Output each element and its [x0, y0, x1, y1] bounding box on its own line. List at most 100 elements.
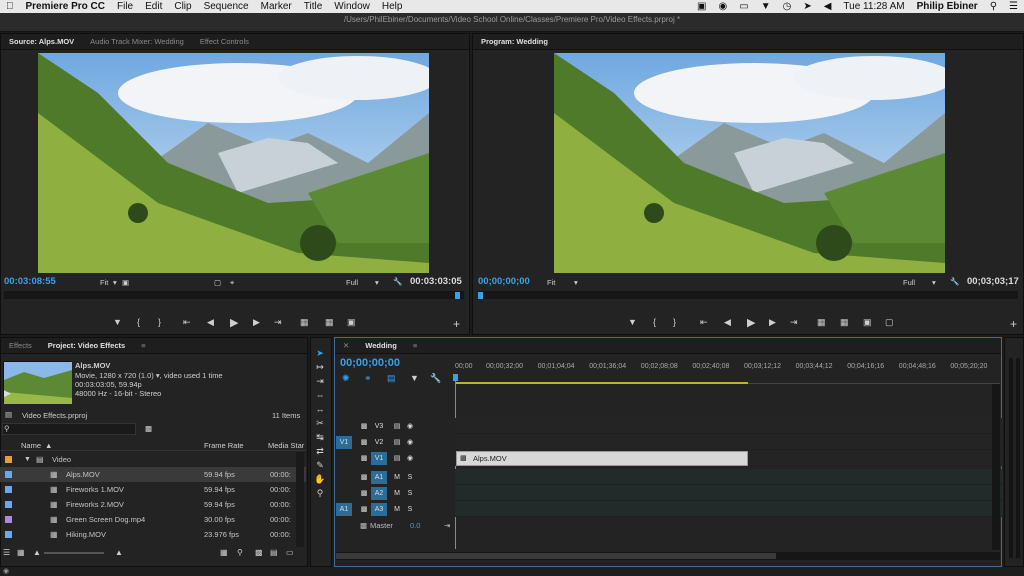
- program-playhead[interactable]: [478, 292, 483, 299]
- selection-tool-icon[interactable]: ➤: [313, 348, 327, 360]
- step-back-icon[interactable]: ◀: [207, 317, 214, 328]
- source-playhead[interactable]: [455, 292, 460, 299]
- add-marker-icon[interactable]: ▤: [387, 373, 396, 384]
- lock-icon[interactable]: ▩: [356, 503, 372, 516]
- step-forward-icon[interactable]: ▶: [769, 317, 776, 328]
- app-menu[interactable]: Premiere Pro CC: [20, 1, 111, 12]
- panel-menu-icon[interactable]: ≡: [133, 341, 153, 350]
- settings-square-icon[interactable]: ▣: [122, 278, 129, 287]
- project-scrollbar[interactable]: [296, 452, 304, 547]
- add-button-icon[interactable]: +: [453, 317, 460, 331]
- extract-icon[interactable]: ▦: [840, 317, 849, 328]
- track-lane-a2[interactable]: [455, 485, 1003, 501]
- wrench-icon[interactable]: 🔧: [950, 277, 959, 286]
- slip-tool-icon[interactable]: ↹: [313, 432, 327, 444]
- go-to-end-icon[interactable]: ⇥: [444, 521, 450, 530]
- go-to-out-icon[interactable]: ⇥: [274, 317, 282, 328]
- menu-sequence[interactable]: Sequence: [198, 1, 255, 12]
- menu-marker[interactable]: Marker: [255, 1, 298, 12]
- track-lane-a1[interactable]: [455, 469, 1003, 485]
- col-media-start-header[interactable]: Media Star: [268, 441, 304, 450]
- wrench-icon[interactable]: 🔧: [430, 373, 441, 384]
- chevron-down-icon[interactable]: ▾: [574, 278, 578, 287]
- solo-icon[interactable]: S: [402, 471, 418, 484]
- program-quality-dropdown[interactable]: Full: [903, 278, 915, 287]
- search-icon[interactable]: ⚲: [984, 1, 1003, 12]
- col-frame-rate-header[interactable]: Frame Rate: [204, 441, 244, 450]
- track-target-v3[interactable]: V3: [371, 420, 387, 433]
- go-to-in-icon[interactable]: ⇤: [183, 317, 191, 328]
- source-video-frame[interactable]: [38, 53, 429, 273]
- tab-source[interactable]: Source: Alps.MOV: [1, 37, 82, 46]
- program-time-ruler[interactable]: [478, 291, 1018, 299]
- disclosure-triangle-icon[interactable]: ▼: [24, 456, 31, 463]
- chevron-down-icon[interactable]: ▾: [113, 278, 117, 287]
- step-forward-icon[interactable]: ▶: [253, 317, 260, 328]
- marker-icon[interactable]: ▼: [410, 373, 419, 383]
- insert-icon[interactable]: ⌖: [230, 278, 234, 288]
- razor-tool-icon[interactable]: ✂: [313, 418, 327, 430]
- menu-help[interactable]: Help: [376, 1, 409, 12]
- zoom-tool-icon[interactable]: ⚲: [313, 488, 327, 500]
- go-to-out-icon[interactable]: ⇥: [790, 317, 798, 328]
- track-lane-v2[interactable]: [455, 434, 1003, 450]
- wrench-icon[interactable]: 🔧: [393, 277, 402, 286]
- lock-icon[interactable]: ▩: [356, 471, 372, 484]
- add-marker-icon[interactable]: ▼: [628, 317, 637, 327]
- new-bin-icon[interactable]: ▩: [145, 424, 152, 433]
- new-item-icon[interactable]: ▤: [270, 548, 278, 557]
- folder-row[interactable]: ▤ ▼ Video: [0, 452, 306, 467]
- lock-icon[interactable]: ▩: [356, 452, 372, 465]
- master-volume[interactable]: 0.0: [410, 521, 420, 530]
- automate-icon[interactable]: ▦: [220, 548, 228, 557]
- clip-thumbnail[interactable]: [3, 361, 72, 404]
- insert-edit-icon[interactable]: ▦: [300, 317, 309, 328]
- play-icon[interactable]: ▶: [230, 316, 238, 329]
- lock-icon[interactable]: ▩: [356, 436, 372, 449]
- menu-edit[interactable]: Edit: [139, 1, 168, 12]
- export-frame-icon[interactable]: ▢: [214, 278, 221, 287]
- menu-window[interactable]: Window: [328, 1, 376, 12]
- chevron-down-icon[interactable]: ▾: [932, 278, 936, 287]
- step-back-icon[interactable]: ◀: [724, 317, 731, 328]
- timeline-h-scrollbar[interactable]: [336, 552, 1000, 560]
- add-marker-icon[interactable]: ▼: [113, 317, 122, 327]
- source-patch-a1[interactable]: A1: [336, 503, 352, 516]
- source-quality-dropdown[interactable]: Full: [346, 278, 358, 287]
- snap-icon[interactable]: ✺: [342, 373, 350, 384]
- work-area-bar[interactable]: [455, 382, 748, 384]
- program-fit-dropdown[interactable]: Fit: [547, 278, 555, 287]
- comparison-view-icon[interactable]: ▢: [885, 317, 894, 328]
- apple-icon[interactable]: : [0, 1, 20, 12]
- track-target-v2[interactable]: V2: [371, 436, 387, 449]
- wifi-icon[interactable]: ▼: [755, 1, 777, 12]
- pen-tool-icon[interactable]: ✎: [313, 460, 327, 472]
- mark-in-icon[interactable]: {: [653, 317, 656, 327]
- lift-icon[interactable]: ▦: [817, 317, 826, 328]
- program-video-frame[interactable]: [554, 53, 945, 273]
- tab-effects[interactable]: Effects: [1, 341, 40, 350]
- user-name[interactable]: Philip Ebiner: [911, 1, 984, 12]
- find-icon[interactable]: ⚲: [237, 548, 243, 557]
- list-item[interactable]: ▦ Fireworks 1.MOV 59.94 fps 00:00:: [0, 482, 306, 497]
- solo-icon[interactable]: S: [402, 487, 418, 500]
- tab-program[interactable]: Program: Wedding: [473, 37, 556, 46]
- track-target-a1[interactable]: A1: [371, 471, 387, 484]
- tab-audio-mixer[interactable]: Audio Track Mixer: Wedding: [82, 37, 192, 46]
- source-time-ruler[interactable]: [4, 291, 464, 299]
- mark-out-icon[interactable]: }: [158, 317, 161, 327]
- lock-icon[interactable]: ▩: [356, 487, 372, 500]
- track-target-a2[interactable]: A2: [371, 487, 387, 500]
- timeline-timecode[interactable]: 00;00;00;00: [340, 357, 400, 369]
- slide-tool-icon[interactable]: ⇄: [313, 446, 327, 458]
- timeline-ruler[interactable]: 00;00 00;00;32;00 00;01;04;04 00;01;36;04 00…: [455, 363, 1000, 375]
- trash-icon[interactable]: ▭: [286, 548, 294, 557]
- timeline-playhead-handle[interactable]: [453, 374, 458, 381]
- list-item[interactable]: ▦ Alps.MOV 59.94 fps 00:00:: [0, 467, 306, 482]
- track-lane-v3[interactable]: [455, 418, 1003, 434]
- zoom-out-icon[interactable]: ▲: [33, 548, 41, 557]
- eye-icon[interactable]: ◉: [402, 420, 418, 433]
- camera-icon[interactable]: ▣: [691, 1, 712, 12]
- track-select-tool-icon[interactable]: ↦: [313, 362, 327, 374]
- mark-in-icon[interactable]: {: [137, 317, 140, 327]
